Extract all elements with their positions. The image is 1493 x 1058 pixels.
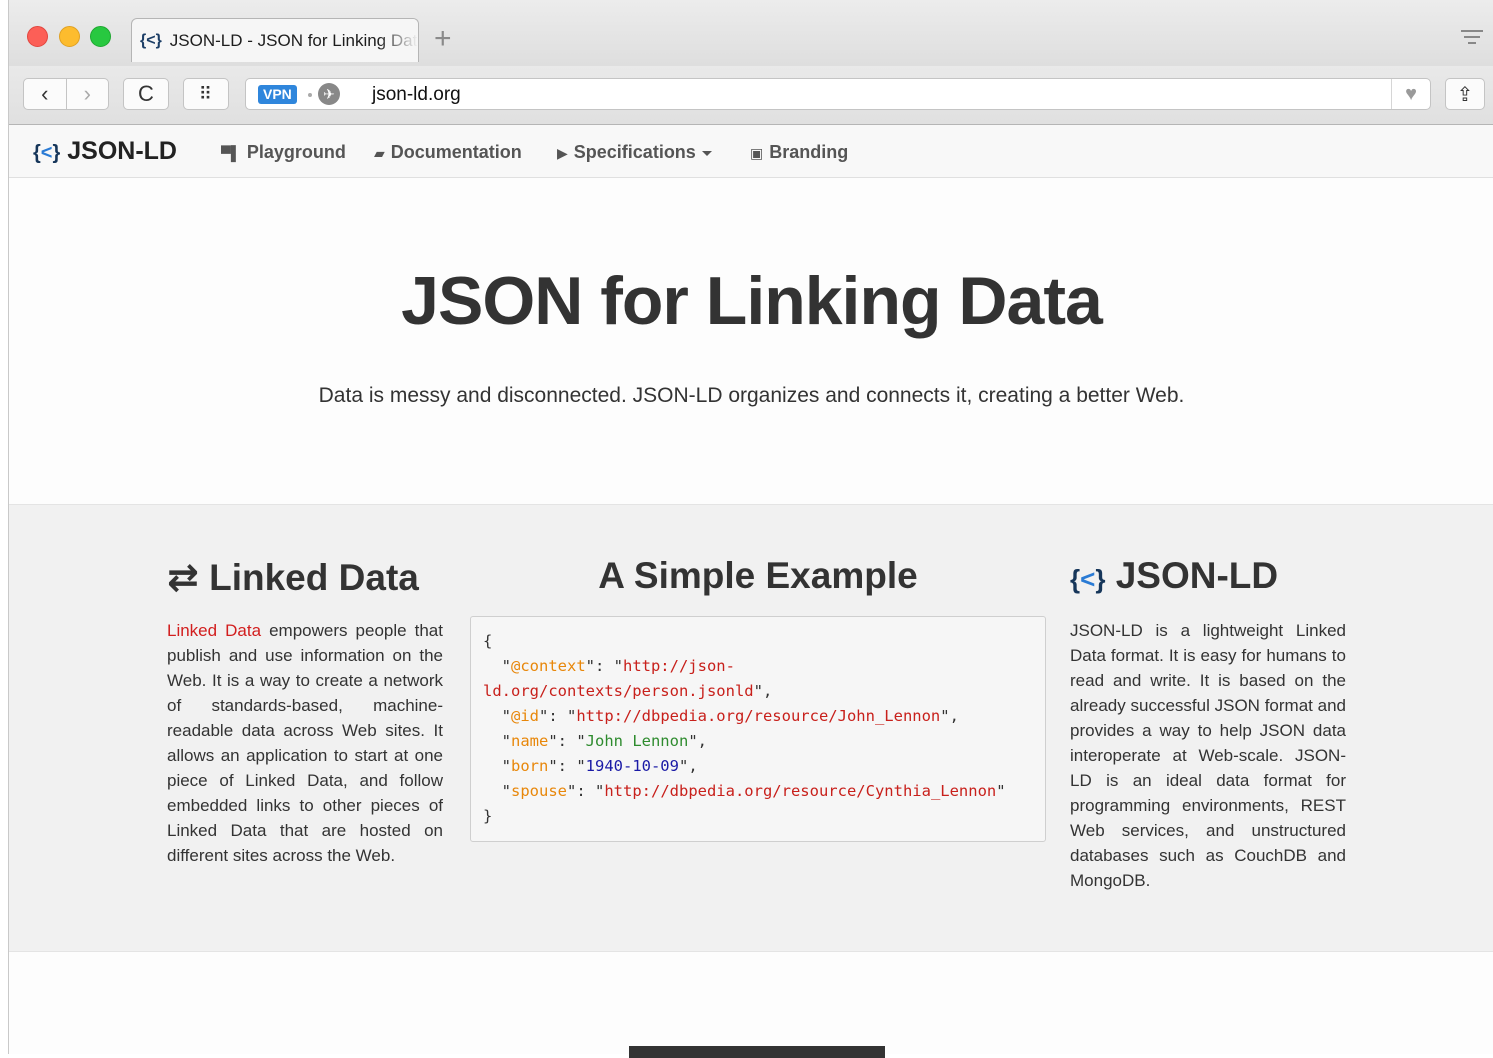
- hero-lead: Data is messy and disconnected. JSON-LD …: [318, 384, 1185, 407]
- json-ld-favicon-icon: {<}: [140, 31, 162, 49]
- example-heading: A Simple Example: [598, 555, 918, 596]
- code-key-born: born: [511, 757, 549, 775]
- minimize-window-button[interactable]: [59, 26, 80, 47]
- picture-icon: ▣: [750, 145, 764, 161]
- exchange-icon: ⇄: [167, 557, 199, 599]
- linked-data-body: empowers people that publish and use inf…: [167, 621, 443, 865]
- code-key-name: name: [511, 732, 549, 750]
- code-example: { "@context": "http://json- ld.org/conte…: [470, 616, 1046, 842]
- globe-icon[interactable]: ✈: [318, 83, 340, 105]
- navigation-buttons: ‹ ›: [23, 78, 109, 110]
- linked-data-paragraph: Linked Data empowers people that publish…: [167, 618, 443, 868]
- json-ld-logo-icon: {<}: [33, 142, 61, 164]
- jsonld-heading-text: JSON-LD: [1115, 555, 1279, 596]
- playground-icon: ▀▌: [221, 145, 241, 161]
- brand-link[interactable]: {<} JSON-LD: [33, 137, 177, 166]
- code-value-context-1: http://json-: [622, 657, 735, 675]
- code-key-context: @context: [511, 657, 586, 675]
- code-value-born: 1940-10-09: [585, 757, 679, 775]
- vpn-badge[interactable]: VPN: [258, 85, 297, 104]
- brand-name: JSON-LD: [67, 137, 177, 165]
- speed-dial-icon[interactable]: ⠿: [183, 78, 229, 110]
- forward-icon[interactable]: ›: [66, 79, 108, 109]
- json-ld-logo-icon: {<}: [1070, 564, 1106, 594]
- linked-data-heading: ⇄ Linked Data: [167, 555, 419, 600]
- code-key-id: @id: [511, 707, 539, 725]
- jsonld-heading: {<} JSON-LD: [1070, 555, 1278, 597]
- code-value-spouse: http://dbpedia.org/resource/Cynthia_Lenn…: [604, 782, 997, 800]
- linked-data-link[interactable]: Linked Data: [167, 621, 261, 640]
- site-navbar: {<} JSON-LD ▀▌ Playground ▰ Documentation …: [9, 125, 1493, 178]
- back-icon[interactable]: ‹: [24, 79, 66, 109]
- tab-json-ld[interactable]: {<} JSON-LD - JSON for Linking Data: [131, 18, 419, 62]
- code-value-name: John Lennon: [585, 732, 689, 750]
- code-value-context-2: ld.org/contexts/person.jsonld: [483, 682, 754, 700]
- tab-fade: [378, 19, 418, 62]
- tab-list-menu-icon[interactable]: [1461, 26, 1483, 46]
- features-section: ⇄ Linked Data Linked Data empowers peopl…: [9, 505, 1493, 952]
- nav-item-playground[interactable]: ▀▌ Playground: [221, 142, 346, 163]
- share-icon[interactable]: ⇪: [1445, 78, 1485, 110]
- next-section-heading-partial: [629, 1046, 885, 1058]
- new-tab-button[interactable]: +: [434, 22, 452, 56]
- folder-open-icon: ▶: [557, 145, 568, 161]
- nav-item-label: Playground: [246, 142, 346, 162]
- code-value-id: http://dbpedia.org/resource/John_Lennon: [576, 707, 941, 725]
- code-open-brace: {: [483, 632, 493, 650]
- linked-data-heading-text: Linked Data: [209, 557, 419, 598]
- nav-item-label: Documentation: [390, 142, 522, 162]
- separator-dot: [308, 93, 312, 97]
- nav-item-specifications[interactable]: ▶ Specifications: [557, 142, 712, 163]
- nav-item-documentation[interactable]: ▰ Documentation: [374, 142, 522, 163]
- nav-item-branding[interactable]: ▣ Branding: [750, 142, 848, 163]
- nav-item-label: Specifications: [573, 142, 696, 162]
- close-window-button[interactable]: [27, 26, 48, 47]
- caret-down-icon: [701, 150, 712, 156]
- nav-item-label: Branding: [769, 142, 849, 162]
- book-icon: ▰: [374, 145, 385, 161]
- address-bar[interactable]: VPN ✈ json-ld.org ♥: [245, 78, 1431, 110]
- jsonld-paragraph: JSON-LD is a lightweight Linked Data for…: [1070, 621, 1346, 890]
- browser-window: {<} JSON-LD - JSON for Linking Data + ‹ …: [8, 0, 1493, 1058]
- zoom-window-button[interactable]: [90, 26, 111, 47]
- next-section: [9, 952, 1493, 1058]
- hero-section: JSON for Linking Data Data is messy and …: [9, 178, 1493, 505]
- hero-title: JSON for Linking Data: [401, 263, 1103, 339]
- code-key-spouse: spouse: [511, 782, 567, 800]
- code-close-brace: }: [483, 807, 493, 825]
- browser-toolbar: ‹ › C ⠿ VPN ✈ json-ld.org ♥ ⇪: [9, 66, 1493, 125]
- reload-icon[interactable]: C: [123, 78, 169, 110]
- heart-icon[interactable]: ♥: [1391, 79, 1430, 109]
- url-text[interactable]: json-ld.org: [372, 84, 461, 106]
- title-bar: {<} JSON-LD - JSON for Linking Data +: [9, 0, 1493, 67]
